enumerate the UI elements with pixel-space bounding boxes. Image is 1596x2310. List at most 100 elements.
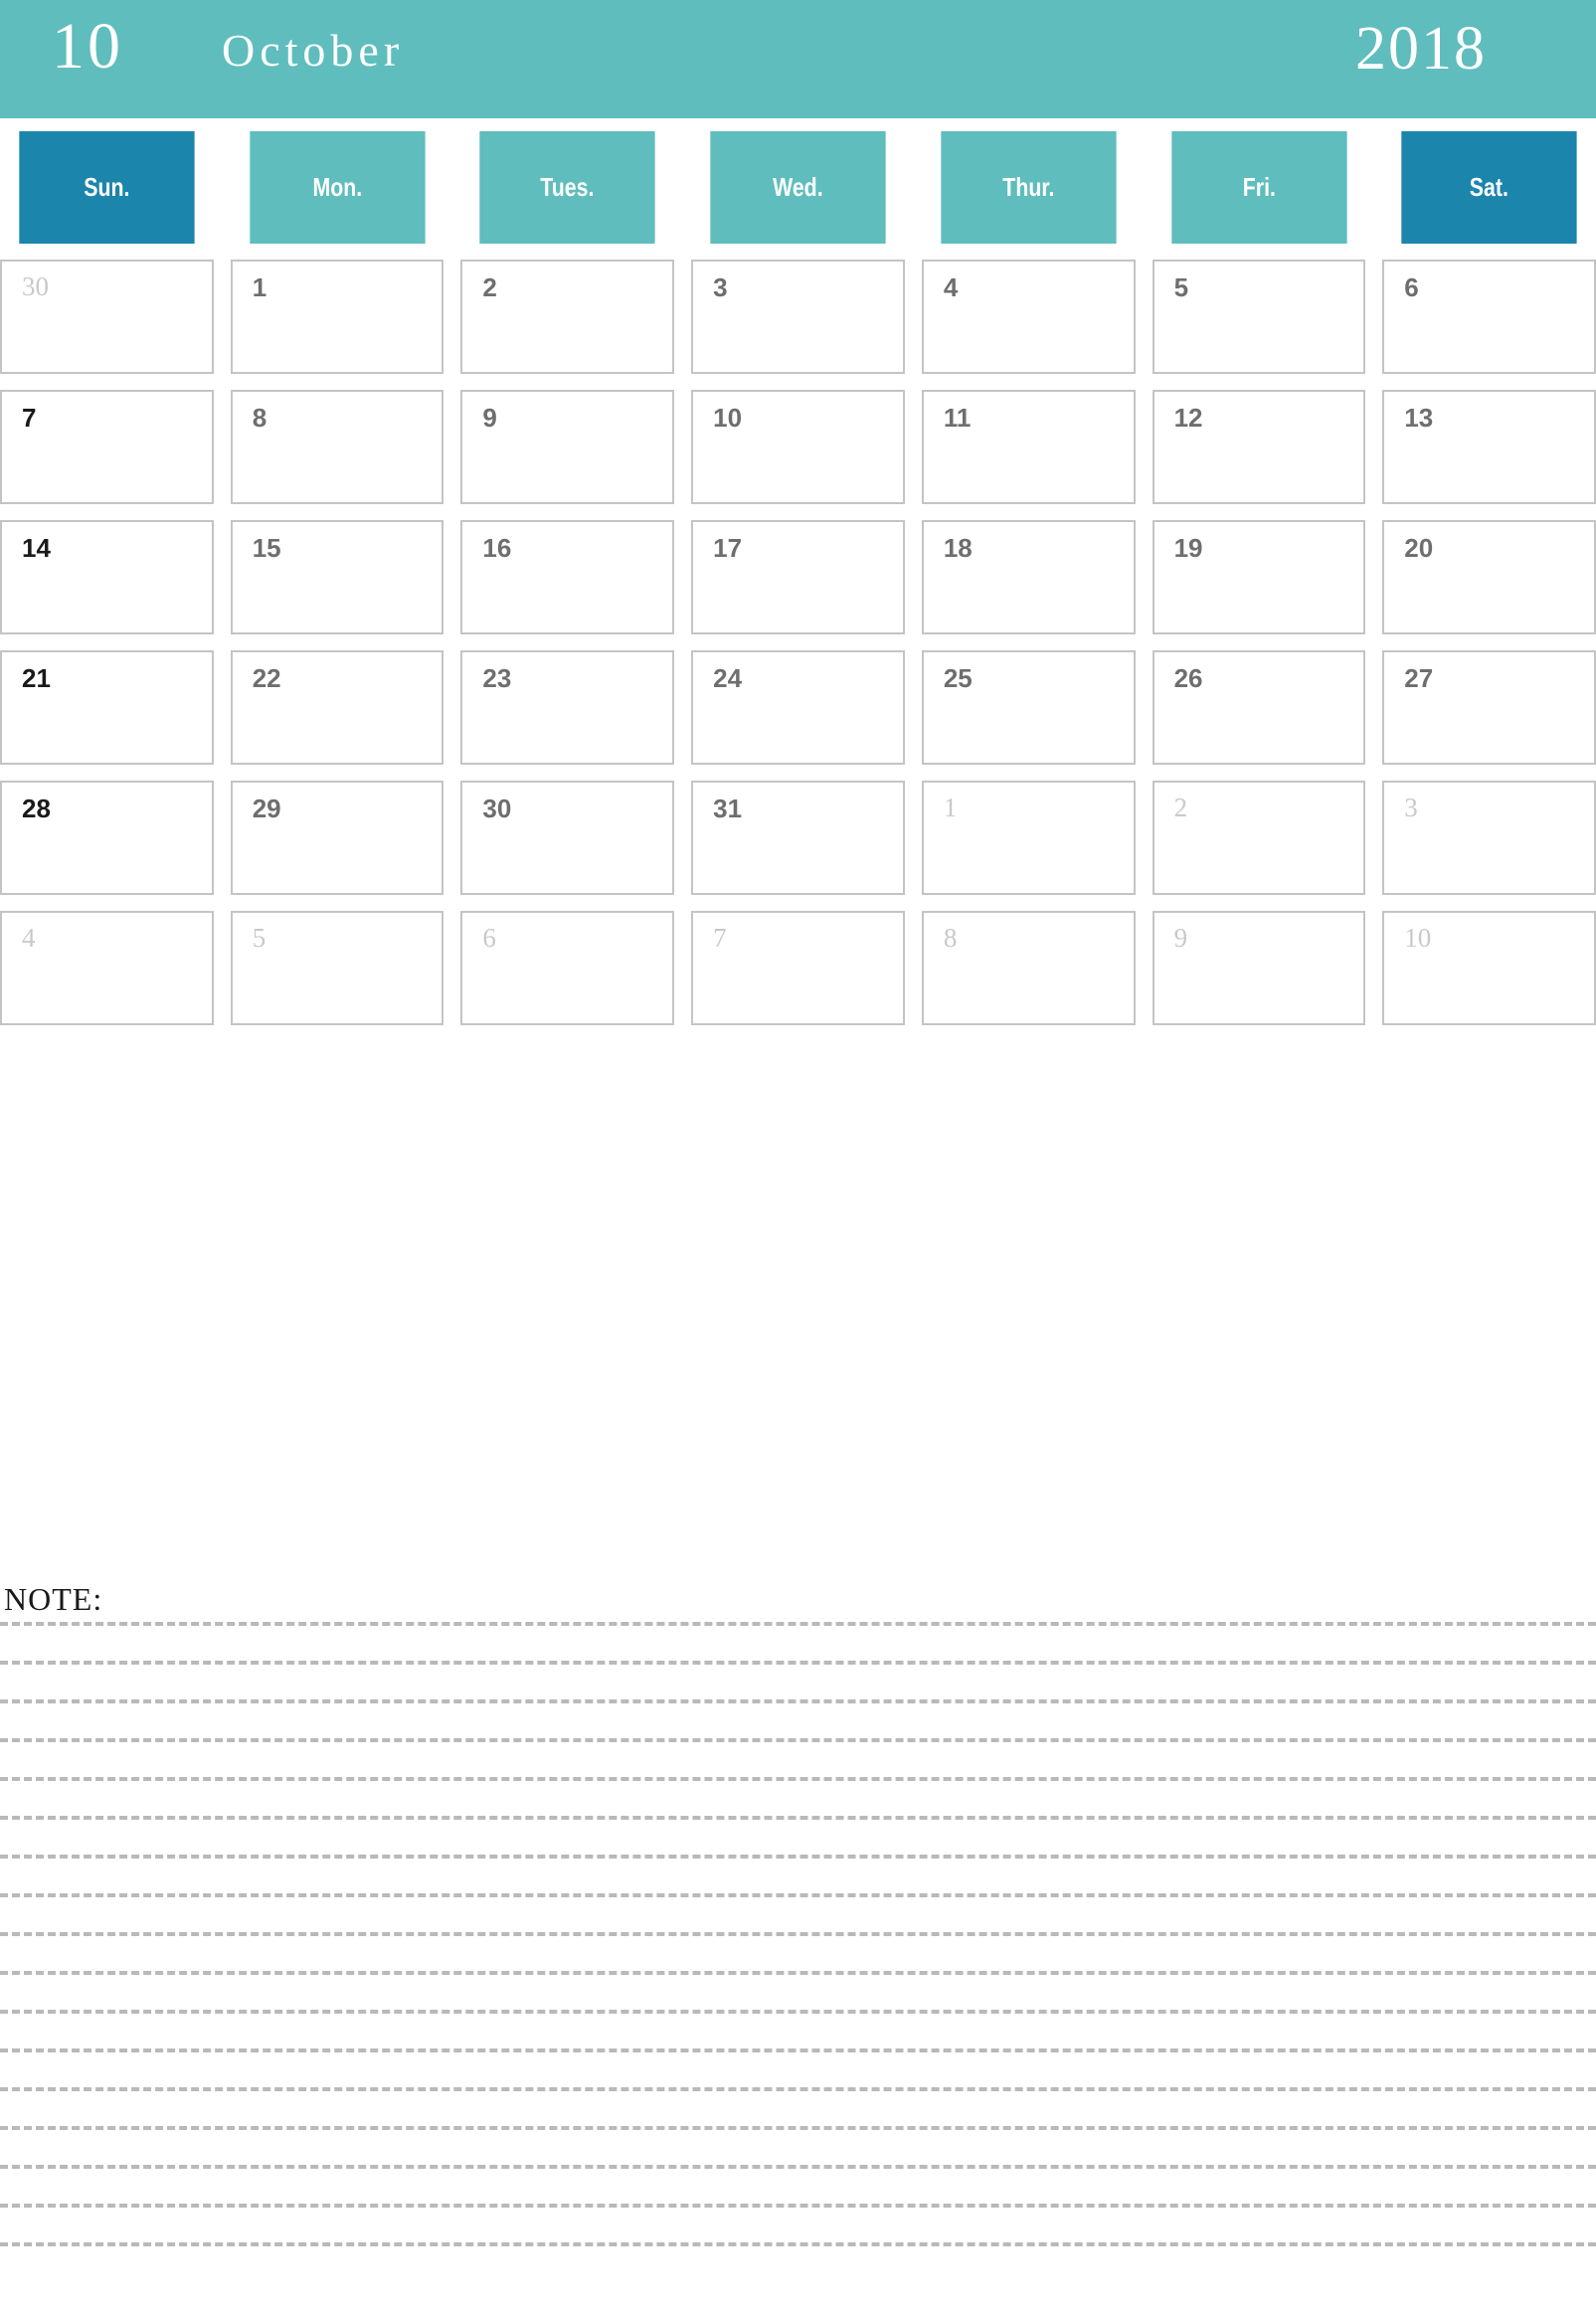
day-number: 10	[1404, 923, 1432, 953]
calendar-grid: Sun. Mon. Tues. Wed. Thur. Fri. Sat. 30 1 2 3 4 5 6 7…	[0, 131, 1596, 1041]
day-cell[interactable]: 23	[460, 650, 675, 765]
note-line[interactable]	[0, 1816, 1596, 1820]
day-cell[interactable]: 2	[460, 260, 675, 374]
day-number: 24	[713, 663, 743, 693]
day-number: 30	[22, 271, 49, 301]
day-number: 6	[1404, 272, 1419, 302]
note-line[interactable]	[0, 1932, 1596, 1936]
day-cell[interactable]: 30	[460, 781, 675, 895]
day-cell[interactable]: 9	[1152, 911, 1366, 1025]
day-cell[interactable]: 15	[230, 520, 444, 634]
day-number: 18	[943, 533, 973, 563]
calendar-week-row: 4 5 6 7 8 9 10	[0, 911, 1596, 1025]
weekday-header-thur: Thur.	[941, 131, 1117, 244]
day-cell[interactable]: 5	[230, 911, 444, 1025]
day-cell[interactable]: 11	[921, 390, 1136, 504]
note-line[interactable]	[0, 1699, 1596, 1703]
day-number: 8	[943, 923, 958, 953]
day-number: 4	[22, 923, 36, 953]
day-cell[interactable]: 7	[0, 390, 214, 504]
weekday-header-sat: Sat.	[1401, 131, 1577, 244]
day-number: 11	[943, 403, 972, 433]
calendar-week-row: 21 22 23 24 25 26 27	[0, 650, 1596, 765]
day-cell[interactable]: 4	[0, 911, 214, 1025]
day-cell[interactable]: 20	[1382, 520, 1596, 634]
note-line[interactable]	[0, 2048, 1596, 2052]
day-number: 23	[482, 663, 512, 693]
note-line[interactable]	[0, 1893, 1596, 1897]
day-cell[interactable]: 10	[691, 390, 905, 504]
banner-month-number: 10	[52, 10, 123, 83]
day-cell[interactable]: 9	[460, 390, 675, 504]
day-cell[interactable]: 8	[230, 390, 444, 504]
day-cell[interactable]: 3	[1382, 781, 1596, 895]
day-number: 22	[252, 663, 281, 693]
banner-month-name: October	[222, 25, 405, 76]
day-number: 1	[252, 272, 267, 302]
day-cell[interactable]: 29	[230, 781, 444, 895]
day-number: 20	[1404, 533, 1434, 563]
note-line[interactable]	[0, 2010, 1596, 2014]
calendar-week-row: 28 29 30 31 1 2 3	[0, 781, 1596, 895]
day-cell[interactable]: 6	[1382, 260, 1596, 374]
weekday-header-tues: Tues.	[479, 131, 655, 244]
note-lines[interactable]	[0, 1622, 1596, 2281]
day-cell[interactable]: 8	[921, 911, 1136, 1025]
day-cell[interactable]: 19	[1152, 520, 1366, 634]
month-banner: 10 October 2018	[0, 0, 1596, 118]
day-number: 15	[252, 533, 281, 563]
day-cell[interactable]: 1	[921, 781, 1136, 895]
note-line[interactable]	[0, 1738, 1596, 1742]
day-cell[interactable]: 7	[691, 911, 905, 1025]
day-cell[interactable]: 5	[1152, 260, 1366, 374]
weekday-header-mon: Mon.	[250, 131, 426, 244]
note-label: NOTE:	[4, 1581, 103, 1617]
note-line[interactable]	[0, 1855, 1596, 1859]
day-number: 14	[22, 533, 51, 563]
note-line[interactable]	[0, 2126, 1596, 2130]
day-cell[interactable]: 3	[691, 260, 905, 374]
day-cell[interactable]: 17	[691, 520, 905, 634]
day-number: 29	[252, 794, 281, 823]
day-cell[interactable]: 31	[691, 781, 905, 895]
day-cell[interactable]: 24	[691, 650, 905, 765]
day-cell[interactable]: 25	[921, 650, 1136, 765]
note-line[interactable]	[0, 1661, 1596, 1665]
day-number: 25	[943, 663, 973, 693]
day-number: 16	[482, 533, 512, 563]
day-number: 5	[252, 923, 266, 953]
day-number: 31	[713, 794, 743, 823]
note-line[interactable]	[0, 2242, 1596, 2246]
day-number: 13	[1404, 403, 1434, 433]
day-cell[interactable]: 1	[230, 260, 444, 374]
note-line[interactable]	[0, 1777, 1596, 1781]
day-cell[interactable]: 30	[0, 260, 214, 374]
day-cell[interactable]: 6	[460, 911, 675, 1025]
day-cell[interactable]: 2	[1152, 781, 1366, 895]
day-cell[interactable]: 14	[0, 520, 214, 634]
note-line[interactable]	[0, 2165, 1596, 2169]
note-line[interactable]	[0, 1622, 1596, 1626]
day-cell[interactable]: 26	[1152, 650, 1366, 765]
day-cell[interactable]: 10	[1382, 911, 1596, 1025]
note-line[interactable]	[0, 2087, 1596, 2091]
day-cell[interactable]: 4	[921, 260, 1136, 374]
day-number: 27	[1404, 663, 1434, 693]
banner-year: 2018	[1355, 15, 1487, 83]
day-cell[interactable]: 13	[1382, 390, 1596, 504]
day-number: 6	[482, 923, 496, 953]
calendar-weeks: 30 1 2 3 4 5 6 7 8 9 10 11 12 13 14 15 16 17 18 19 20 21 22 23 2…	[0, 260, 1596, 1025]
note-line[interactable]	[0, 1971, 1596, 1975]
day-number: 12	[1173, 403, 1203, 433]
day-cell[interactable]: 27	[1382, 650, 1596, 765]
day-cell[interactable]: 21	[0, 650, 214, 765]
day-cell[interactable]: 12	[1152, 390, 1366, 504]
day-cell[interactable]: 18	[921, 520, 1136, 634]
day-cell[interactable]: 22	[230, 650, 444, 765]
day-number: 28	[22, 794, 51, 823]
weekday-header-wed: Wed.	[710, 131, 886, 244]
note-line[interactable]	[0, 2204, 1596, 2208]
day-cell[interactable]: 16	[460, 520, 675, 634]
day-cell[interactable]: 28	[0, 781, 214, 895]
day-number: 8	[252, 403, 267, 433]
